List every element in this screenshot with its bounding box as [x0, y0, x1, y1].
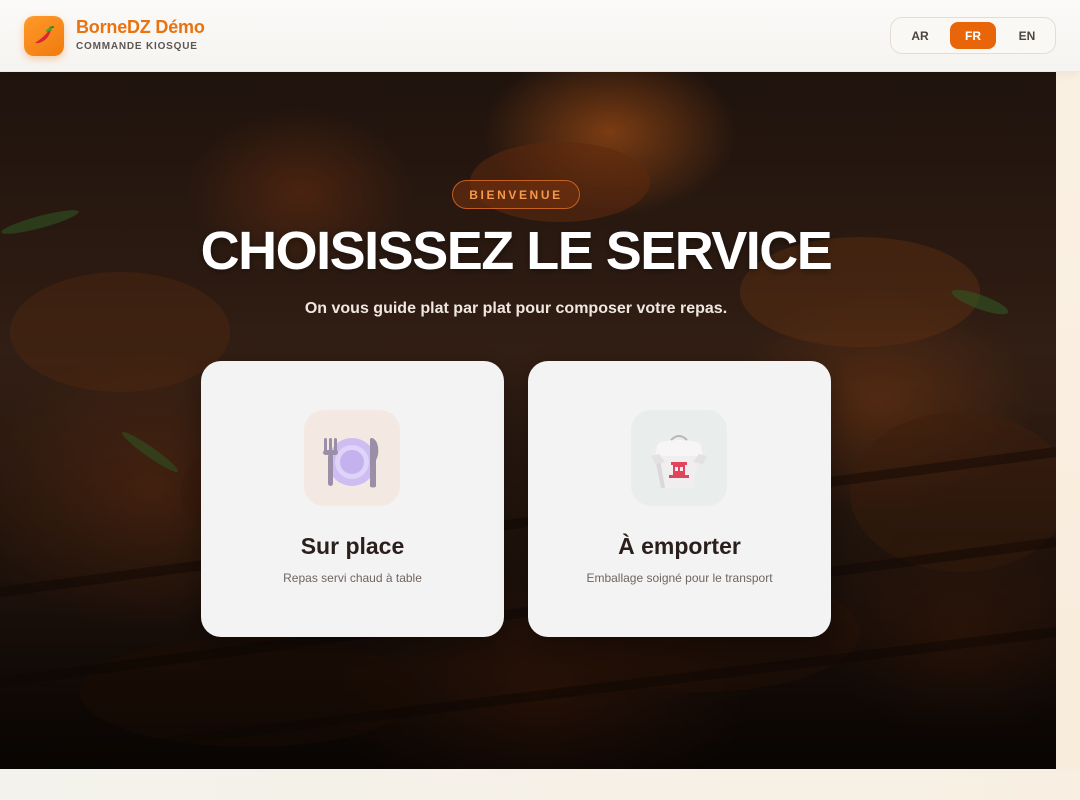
page-subtitle: On vous guide plat par plat pour compose…: [304, 300, 728, 317]
dine-in-card[interactable]: Sur place Repas servi chaud à table: [201, 361, 504, 637]
welcome-badge: BIENVENUE: [452, 180, 580, 209]
lang-button-fr[interactable]: FR: [950, 22, 996, 49]
right-edge-strip: [1056, 72, 1080, 769]
top-header: BorneDZ Démo COMMANDE KIOSQUE AR FR EN: [0, 0, 1080, 72]
kiosk-page: BorneDZ Démo COMMANDE KIOSQUE AR FR EN B…: [0, 0, 1080, 800]
dine-in-subtitle: Repas servi chaud à table: [283, 571, 422, 585]
bottom-strip: [0, 769, 1080, 800]
lang-button-ar[interactable]: AR: [897, 22, 943, 49]
brand-subtitle: COMMANDE KIOSQUE: [76, 41, 198, 52]
plate-cutlery-icon: [304, 410, 400, 506]
language-switcher: AR FR EN: [890, 17, 1056, 54]
page-title: CHOISISSEZ LE SERVICE: [200, 221, 833, 281]
lang-button-en[interactable]: EN: [1004, 22, 1050, 49]
hero-content: BIENVENUE CHOISISSEZ LE SERVICE On vous …: [0, 72, 1056, 769]
takeaway-card[interactable]: À emporter Emballage soigné pour le tran…: [528, 361, 831, 637]
chili-pepper-icon: [24, 16, 64, 56]
takeaway-subtitle: Emballage soigné pour le transport: [586, 571, 773, 585]
takeout-box-icon: [631, 410, 727, 506]
dine-in-title: Sur place: [300, 533, 405, 559]
brand-name: BorneDZ Démo: [76, 17, 205, 37]
takeaway-title: À emporter: [618, 533, 741, 559]
